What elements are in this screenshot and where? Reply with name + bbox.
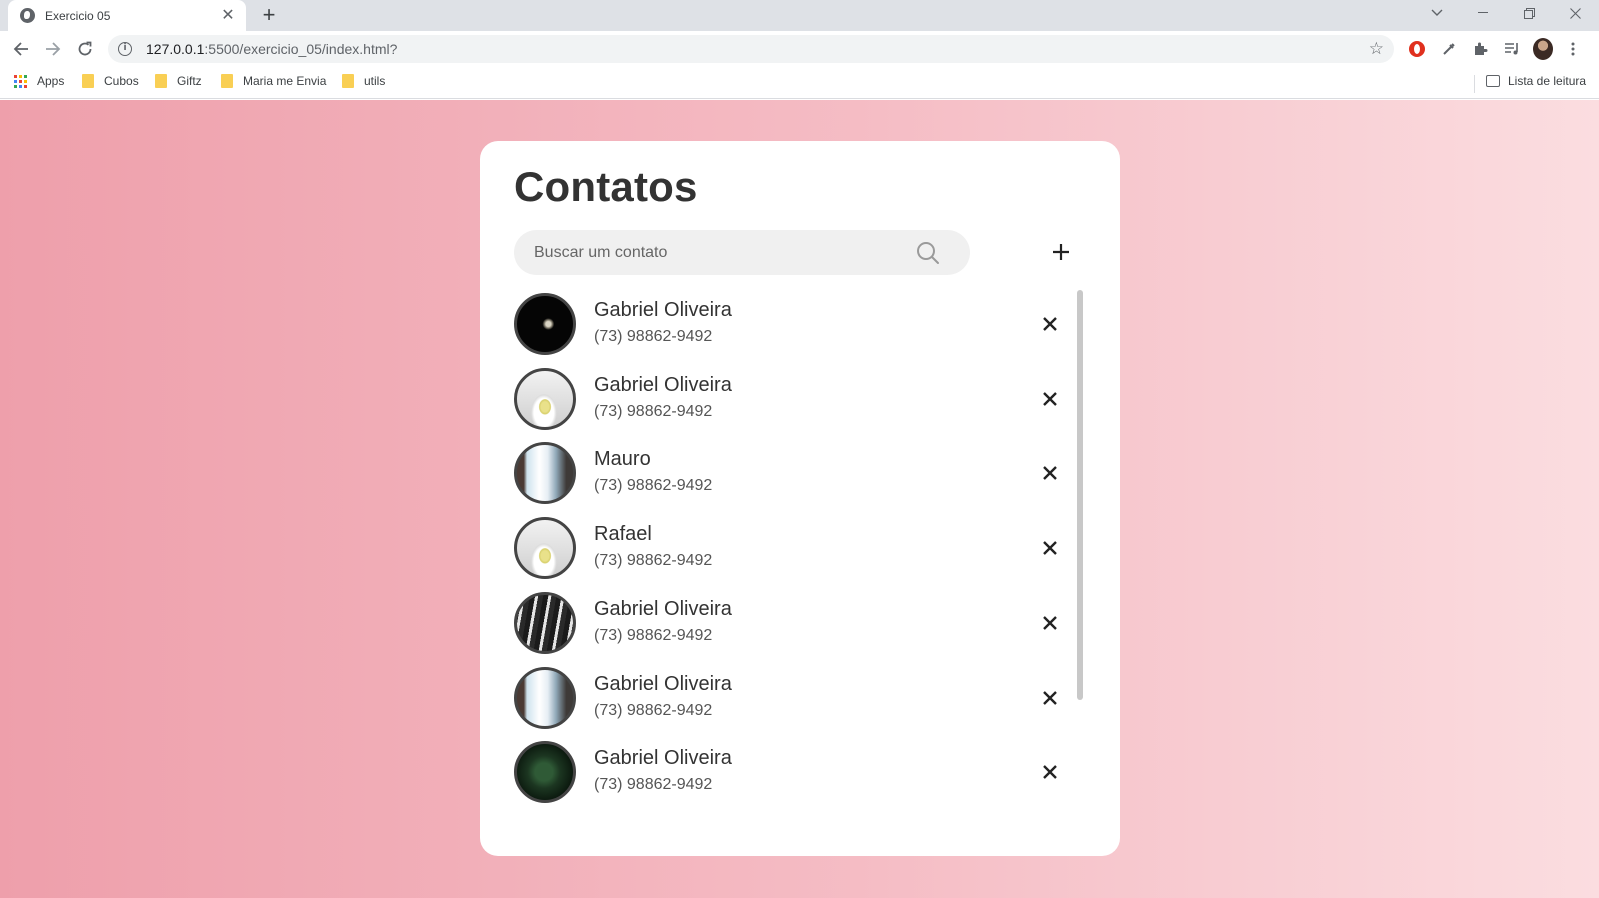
back-arrow-icon[interactable] — [8, 36, 34, 62]
active-tab[interactable]: Exercicio 05 ✕ — [8, 0, 246, 31]
contact-name: Gabriel Oliveira — [594, 299, 732, 321]
close-icon — [1043, 466, 1057, 481]
reading-list-button[interactable]: Lista de leitura — [1486, 74, 1586, 88]
delete-contact-button[interactable] — [1038, 686, 1062, 710]
contact-row[interactable]: Rafael (73) 98862-9492 — [514, 517, 1070, 580]
close-icon — [1043, 615, 1057, 630]
contact-avatar — [514, 367, 576, 430]
bookmark-star-icon[interactable]: ☆ — [1369, 39, 1384, 59]
contact-list[interactable]: Gabriel Oliveira (73) 98862-9492 Gabriel O… — [514, 293, 1070, 833]
site-info-icon[interactable]: i — [118, 42, 132, 56]
url-text[interactable]: 127.0.0.1:5500/exercicio_05/index.html? — [146, 41, 1369, 57]
contact-avatar — [514, 591, 576, 654]
delete-contact-button[interactable] — [1038, 387, 1062, 411]
add-contact-button[interactable] — [1046, 237, 1076, 267]
contact-name: Gabriel Oliveira — [594, 672, 732, 695]
tab-search-icon[interactable] — [1414, 0, 1460, 26]
bookmark-utils[interactable]: utils — [342, 74, 385, 88]
contact-phone: (73) 98862-9492 — [594, 776, 713, 794]
restore-button[interactable] — [1506, 0, 1552, 26]
apps-grid-icon — [14, 74, 27, 88]
browser-menu-icon[interactable] — [1563, 39, 1583, 59]
plus-icon — [1053, 244, 1069, 260]
delete-contact-button[interactable] — [1038, 536, 1062, 560]
contact-row[interactable]: Gabriel Oliveira (73) 98862-9492 — [514, 367, 1070, 430]
page-title: Contatos — [514, 163, 698, 210]
contact-avatar — [514, 517, 576, 580]
bookmark-cubos[interactable]: Cubos — [82, 74, 139, 88]
scrollbar-thumb[interactable] — [1077, 290, 1083, 700]
new-tab-button[interactable]: + — [257, 4, 281, 28]
contacts-card: Contatos Gabriel Oliveira (73) 98862-9492… — [480, 141, 1120, 856]
close-icon — [1043, 541, 1057, 555]
delete-contact-button[interactable] — [1038, 461, 1062, 485]
delete-contact-button[interactable] — [1038, 312, 1062, 336]
bookmarks-divider — [1474, 75, 1475, 93]
contact-phone: (73) 98862-9492 — [594, 402, 713, 420]
folder-icon — [155, 74, 167, 88]
search-icon[interactable] — [916, 241, 940, 265]
contact-name: Gabriel Oliveira — [594, 373, 732, 396]
delete-contact-button[interactable] — [1038, 611, 1062, 635]
page-background: Contatos Gabriel Oliveira (73) 98862-9492… — [0, 100, 1599, 898]
minimize-button[interactable] — [1460, 0, 1506, 26]
folder-icon — [82, 74, 94, 88]
close-window-button[interactable] — [1552, 0, 1598, 26]
tab-strip: Exercicio 05 ✕ + — [0, 0, 1599, 31]
tab-close-icon[interactable]: ✕ — [220, 7, 236, 24]
contact-avatar — [514, 293, 576, 355]
contact-row[interactable]: Gabriel Oliveira (73) 98862-9492 — [514, 293, 1070, 355]
contact-phone: (73) 98862-9492 — [594, 626, 713, 644]
close-icon — [1043, 391, 1057, 406]
globe-icon — [20, 8, 35, 23]
bookmark-maria-me-envia[interactable]: Maria me Envia — [221, 74, 326, 88]
search-input[interactable] — [514, 230, 970, 275]
bookmark-apps[interactable]: Apps — [14, 74, 64, 88]
forward-arrow-icon[interactable] — [40, 36, 66, 62]
delete-contact-button[interactable] — [1038, 760, 1062, 784]
reading-list-icon — [1486, 75, 1500, 87]
contact-phone: (73) 98862-9492 — [594, 552, 713, 570]
extensions-puzzle-icon[interactable] — [1470, 39, 1490, 59]
contact-name: Rafael — [594, 523, 652, 546]
close-icon — [1043, 765, 1057, 780]
contact-name: Gabriel Oliveira — [594, 597, 732, 620]
contact-name: Gabriel Oliveira — [594, 747, 732, 770]
close-icon — [1043, 317, 1057, 331]
list-scrollbar[interactable] — [1076, 290, 1084, 838]
contact-row[interactable]: Gabriel Oliveira (73) 98862-9492 — [514, 591, 1070, 654]
contact-phone: (73) 98862-9492 — [594, 701, 713, 719]
contact-name: Mauro — [594, 448, 651, 471]
contact-row[interactable]: Gabriel Oliveira (73) 98862-9492 — [514, 666, 1070, 729]
browser-toolbar: i 127.0.0.1:5500/exercicio_05/index.html… — [0, 31, 1599, 67]
close-icon — [1043, 690, 1057, 705]
folder-icon — [342, 74, 354, 88]
address-bar[interactable]: i 127.0.0.1:5500/exercicio_05/index.html… — [108, 35, 1394, 63]
contact-avatar — [514, 442, 576, 505]
contact-phone: (73) 98862-9492 — [594, 477, 713, 495]
contact-avatar — [514, 666, 576, 729]
tab-title: Exercicio 05 — [45, 8, 111, 23]
opera-extension-icon[interactable] — [1407, 39, 1427, 59]
bookmarks-bar: Apps Cubos Giftz Maria me Envia utils Li… — [0, 67, 1599, 99]
contact-row[interactable]: Mauro (73) 98862-9492 — [514, 442, 1070, 505]
bookmark-giftz[interactable]: Giftz — [155, 74, 202, 88]
eyedropper-extension-icon[interactable] — [1439, 39, 1459, 59]
profile-avatar[interactable] — [1533, 38, 1553, 60]
contact-avatar — [514, 741, 576, 804]
media-queue-icon[interactable] — [1502, 39, 1522, 59]
reload-icon[interactable] — [72, 36, 98, 62]
folder-icon — [221, 74, 233, 88]
contact-row[interactable]: Gabriel Oliveira (73) 98862-9492 — [514, 741, 1070, 804]
contact-phone: (73) 98862-9492 — [594, 328, 713, 345]
